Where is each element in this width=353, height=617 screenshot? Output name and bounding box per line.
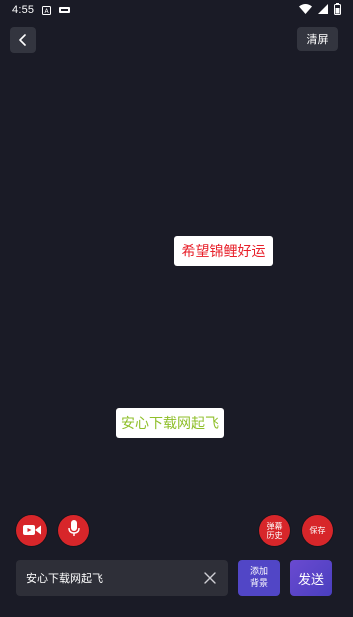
chevron-left-icon (18, 31, 28, 50)
clear-input-icon[interactable] (202, 570, 218, 586)
svg-text:A: A (45, 8, 50, 15)
add-background-label: 添加背景 (249, 567, 268, 589)
clear-screen-button[interactable]: 清屏 (297, 27, 338, 51)
a-box-icon: A (42, 5, 52, 15)
status-bar: 4:55 A (0, 0, 353, 20)
status-time: 4:55 (12, 4, 35, 16)
media-icon (59, 6, 71, 14)
video-camera-icon (22, 521, 41, 540)
danmaku-text: 安心下载网起飞 (121, 416, 219, 432)
wifi-icon (299, 3, 312, 17)
danmaku-history-button[interactable]: 弹幕历史 (259, 515, 290, 546)
message-input[interactable] (26, 571, 202, 585)
send-button[interactable]: 发送 (290, 560, 332, 596)
signal-icon (318, 3, 328, 17)
save-button[interactable]: 保存 (302, 515, 333, 546)
danmaku-message: 希望锦鲤好运 (174, 236, 273, 266)
message-input-container[interactable] (16, 560, 228, 596)
microphone-button[interactable] (58, 515, 89, 546)
danmaku-history-label: 弹幕历史 (266, 521, 283, 540)
microphone-icon (67, 520, 80, 541)
danmaku-text: 希望锦鲤好运 (181, 244, 266, 260)
video-button[interactable] (16, 515, 47, 546)
back-button[interactable] (10, 27, 36, 53)
add-background-button[interactable]: 添加背景 (238, 560, 280, 596)
battery-icon (334, 2, 341, 18)
save-label: 保存 (309, 526, 326, 535)
danmaku-message: 安心下载网起飞 (116, 408, 224, 438)
